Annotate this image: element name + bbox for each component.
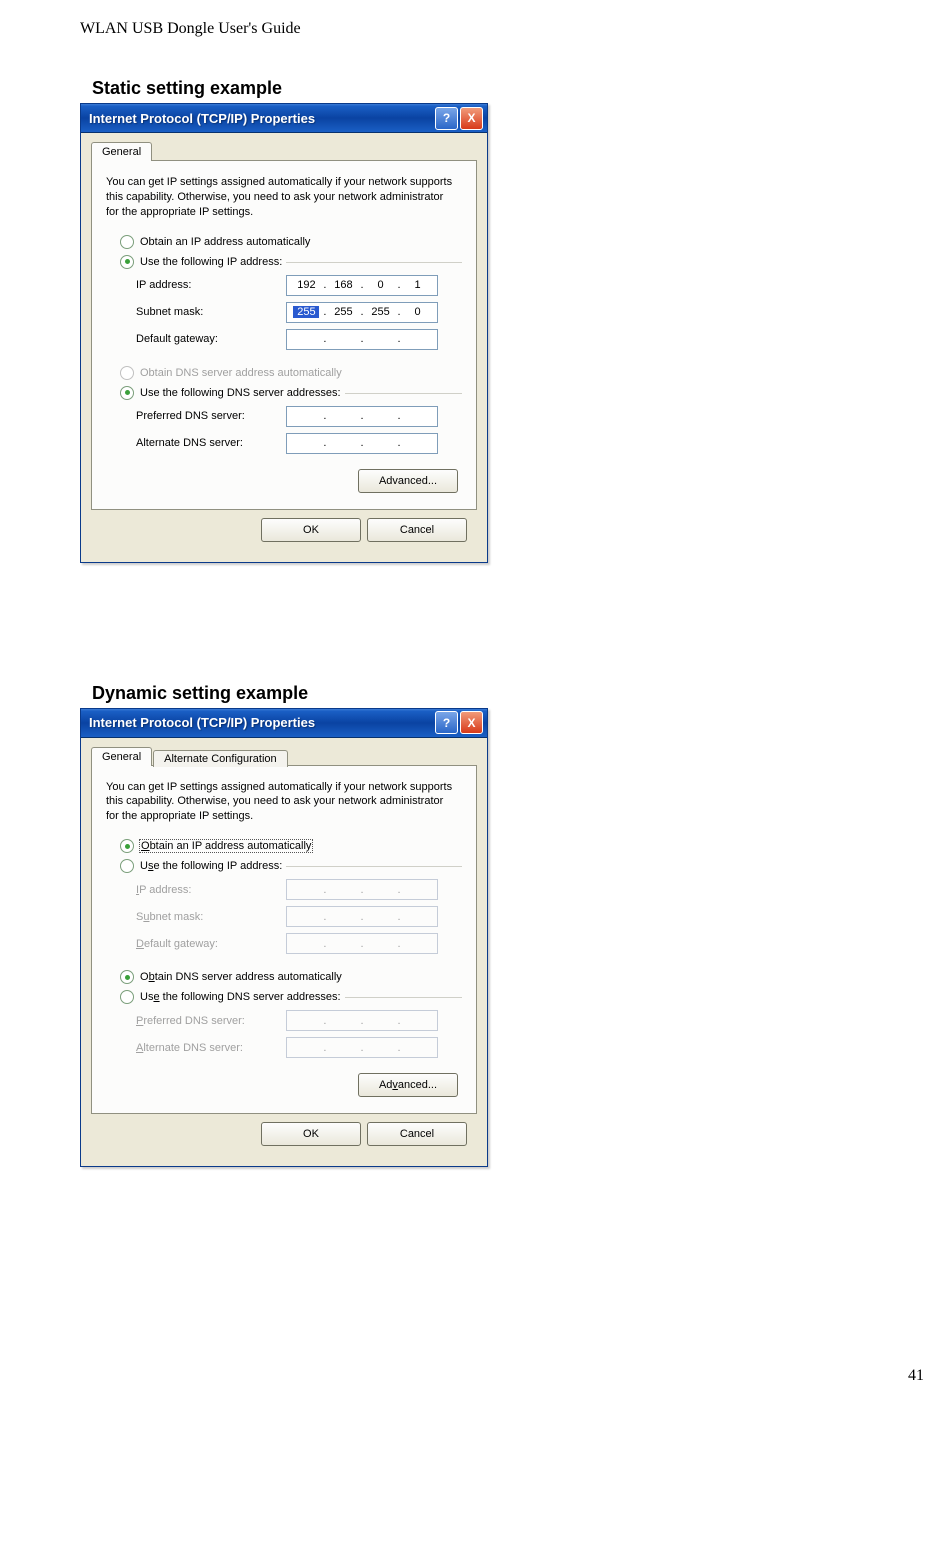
radio-label: Use the following IP address:: [140, 256, 282, 268]
radio-use-following-ip[interactable]: Use the following IP address:: [120, 255, 282, 269]
radio-obtain-ip-auto[interactable]: Obtain an IP address automatically: [106, 836, 462, 856]
radio-label: Use the following IP address:: [140, 860, 282, 872]
radio-use-following-dns[interactable]: Use the following DNS server addresses:: [120, 990, 341, 1004]
radio-obtain-dns-auto[interactable]: Obtain DNS server address automatically: [106, 967, 462, 987]
default-gateway-input[interactable]: . . .: [286, 329, 438, 350]
groupbox-line: [345, 393, 462, 394]
ip-octet: 255: [293, 306, 319, 318]
label-ip-address: IP address:: [136, 884, 286, 896]
ok-button[interactable]: OK: [261, 1122, 361, 1146]
preferred-dns-input: ...: [286, 1010, 438, 1031]
ip-octet: 0: [405, 306, 431, 318]
alternate-dns-input: ...: [286, 1037, 438, 1058]
subnet-mask-input: ...: [286, 906, 438, 927]
tab-alternate-configuration[interactable]: Alternate Configuration: [153, 750, 288, 767]
label-subnet-mask: Subnet mask:: [136, 911, 286, 923]
help-icon[interactable]: ?: [435, 711, 458, 734]
label-preferred-dns: Preferred DNS server:: [136, 1015, 286, 1027]
dialog-title: Internet Protocol (TCP/IP) Properties: [89, 715, 433, 730]
ip-address-input[interactable]: 192. 168. 0. 1: [286, 275, 438, 296]
section-title-dynamic: Dynamic setting example: [92, 683, 862, 704]
section-title-static: Static setting example: [92, 78, 862, 99]
label-alternate-dns: Alternate DNS server:: [136, 1042, 286, 1054]
label-subnet-mask: Subnet mask:: [136, 306, 286, 318]
ip-octet: 168: [330, 279, 356, 291]
label-default-gateway: Default gateway:: [136, 938, 286, 950]
tcpip-properties-dialog-static: Internet Protocol (TCP/IP) Properties ? …: [80, 103, 488, 563]
radio-obtain-ip-auto[interactable]: Obtain an IP address automatically: [106, 232, 462, 252]
radio-icon: [120, 255, 134, 269]
cancel-button[interactable]: Cancel: [367, 518, 467, 542]
radio-label: Use the following DNS server addresses:: [140, 387, 341, 399]
groupbox-line: [345, 997, 462, 998]
dialog-title: Internet Protocol (TCP/IP) Properties: [89, 111, 433, 126]
radio-label: Use the following DNS server addresses:: [140, 991, 341, 1003]
radio-use-following-dns[interactable]: Use the following DNS server addresses:: [120, 386, 341, 400]
alternate-dns-input[interactable]: ...: [286, 433, 438, 454]
ip-octet: 192: [293, 279, 319, 291]
dialog-description: You can get IP settings assigned automat…: [106, 778, 462, 837]
radio-icon: [120, 235, 134, 249]
radio-label: Obtain DNS server address automatically: [140, 367, 342, 379]
advanced-button[interactable]: Advanced...: [358, 469, 458, 493]
tcpip-properties-dialog-dynamic: Internet Protocol (TCP/IP) Properties ? …: [80, 708, 488, 1168]
tab-general[interactable]: General: [91, 142, 152, 161]
ip-octet: 1: [405, 279, 431, 291]
close-icon[interactable]: X: [460, 107, 483, 130]
radio-label: Obtain an IP address automatically: [140, 840, 312, 852]
preferred-dns-input[interactable]: ...: [286, 406, 438, 427]
label-preferred-dns: Preferred DNS server:: [136, 410, 286, 422]
titlebar: Internet Protocol (TCP/IP) Properties ? …: [81, 104, 487, 133]
advanced-button[interactable]: Advanced...: [358, 1073, 458, 1097]
cancel-button[interactable]: Cancel: [367, 1122, 467, 1146]
radio-use-following-ip[interactable]: Use the following IP address:: [120, 859, 282, 873]
default-gateway-input: ...: [286, 933, 438, 954]
help-icon[interactable]: ?: [435, 107, 458, 130]
radio-label: Obtain an IP address automatically: [140, 236, 310, 248]
tab-general[interactable]: General: [91, 747, 152, 766]
label-default-gateway: Default gateway:: [136, 333, 286, 345]
label-ip-address: IP address:: [136, 279, 286, 291]
page-number: 41: [0, 1327, 942, 1395]
radio-icon: [120, 386, 134, 400]
document-header: WLAN USB Dongle User's Guide: [80, 20, 862, 38]
label-alternate-dns: Alternate DNS server:: [136, 437, 286, 449]
radio-icon: [120, 839, 134, 853]
ip-octet: 255: [368, 306, 394, 318]
groupbox-line: [286, 262, 462, 263]
radio-icon: [120, 859, 134, 873]
ip-octet: 0: [368, 279, 394, 291]
ok-button[interactable]: OK: [261, 518, 361, 542]
radio-icon: [120, 990, 134, 1004]
close-icon[interactable]: X: [460, 711, 483, 734]
titlebar: Internet Protocol (TCP/IP) Properties ? …: [81, 709, 487, 738]
dialog-description: You can get IP settings assigned automat…: [106, 173, 462, 232]
groupbox-line: [286, 866, 462, 867]
ip-octet: 255: [330, 306, 356, 318]
radio-icon: [120, 366, 134, 380]
radio-icon: [120, 970, 134, 984]
ip-address-input: ...: [286, 879, 438, 900]
radio-label: Obtain DNS server address automatically: [140, 971, 342, 983]
subnet-mask-input[interactable]: 255. 255. 255. 0: [286, 302, 438, 323]
radio-obtain-dns-auto: Obtain DNS server address automatically: [106, 363, 462, 383]
